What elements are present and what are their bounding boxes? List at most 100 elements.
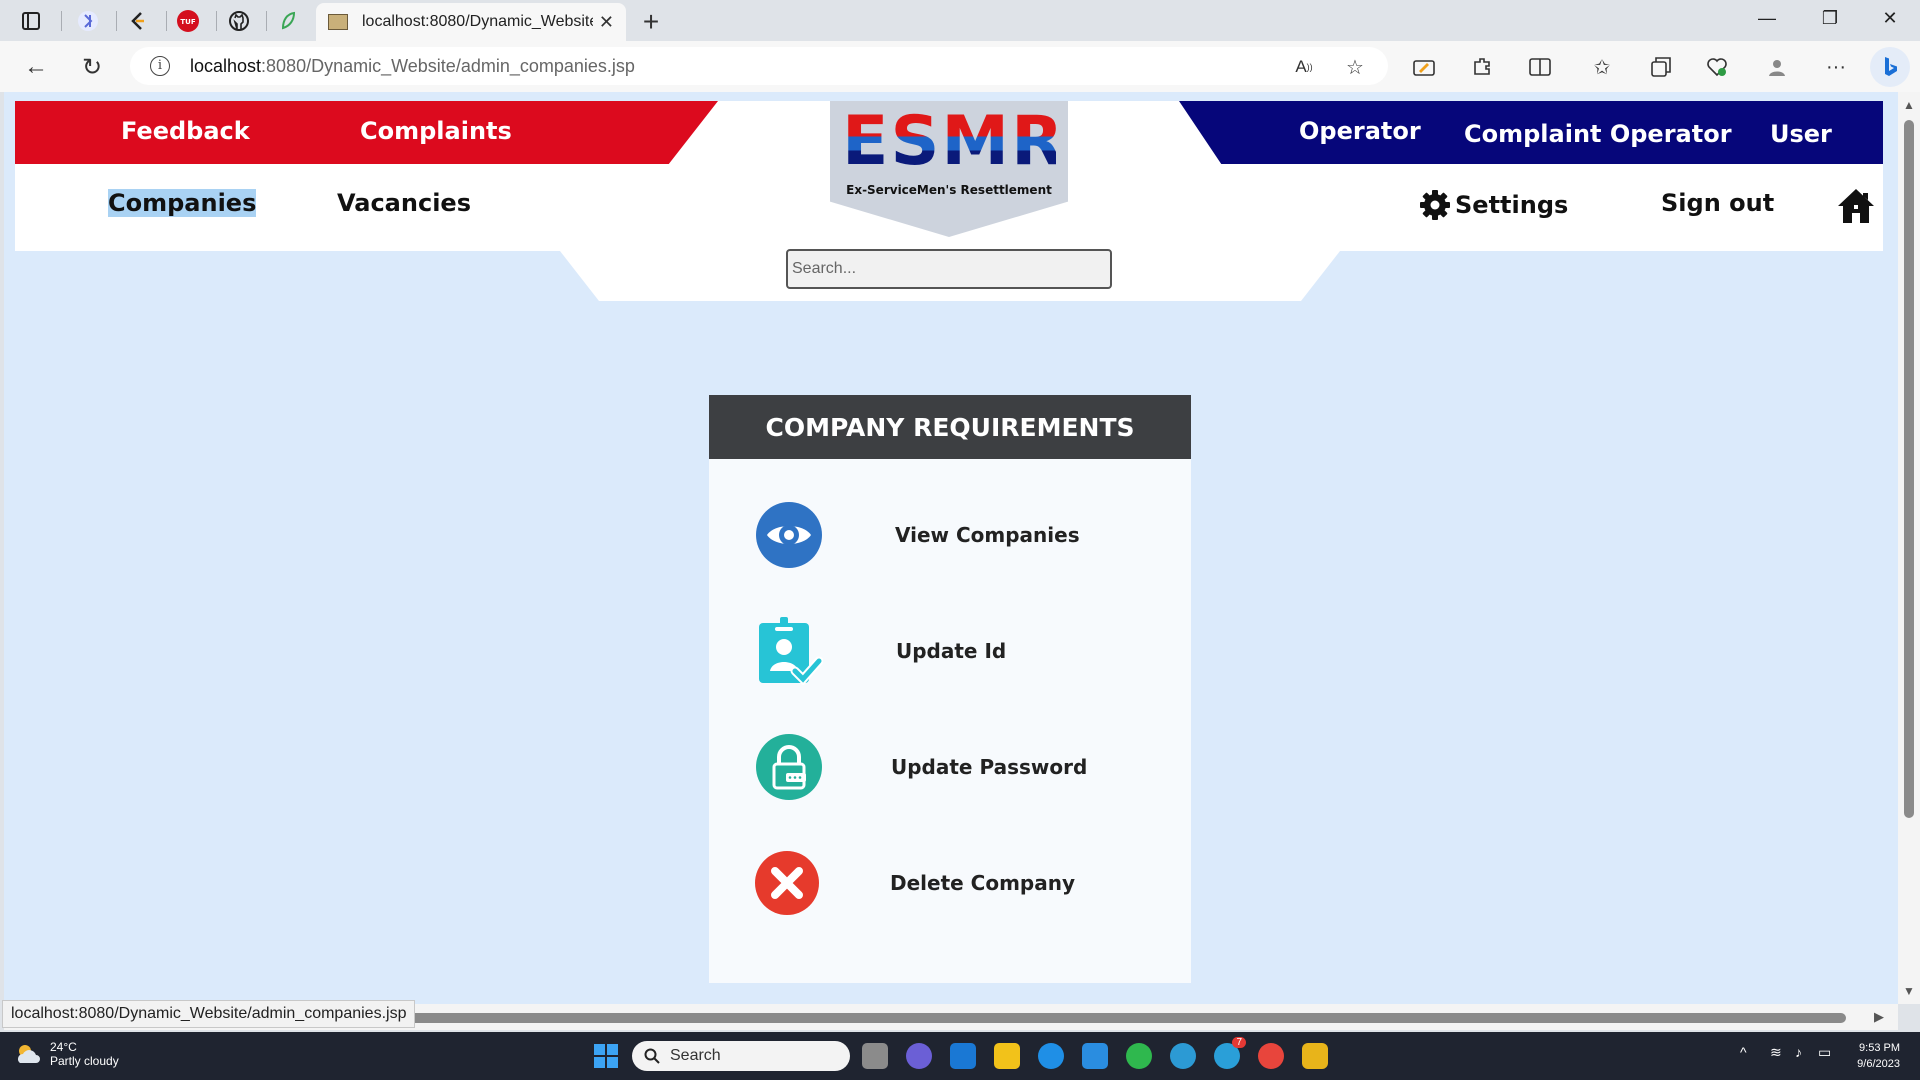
bing-copilot-icon[interactable]: [1870, 47, 1910, 87]
url-host: localhost: [190, 55, 262, 76]
sign-out-link[interactable]: Sign out: [1661, 189, 1774, 217]
search-input[interactable]: [786, 249, 1112, 289]
task-view-icon[interactable]: [862, 1043, 888, 1069]
delete-company-label: Delete Company: [890, 871, 1076, 895]
update-id-item[interactable]: Update Id: [709, 617, 1191, 707]
nav-operator-link[interactable]: Operator: [1299, 117, 1421, 145]
close-window-icon[interactable]: ✕: [1875, 8, 1905, 29]
nav-complaint-operator-link[interactable]: Complaint Operator: [1464, 120, 1732, 148]
close-circle-icon: [755, 851, 819, 915]
svg-text:TUF: TUF: [180, 18, 195, 26]
delete-company-item[interactable]: Delete Company: [709, 849, 1191, 939]
leetcode-icon[interactable]: [118, 7, 158, 35]
battery-icon[interactable]: ▭: [1818, 1044, 1831, 1061]
github-icon[interactable]: [219, 7, 259, 35]
logo-tagline: Ex-ServiceMen's Resettlement: [846, 183, 1052, 197]
scroll-up-icon[interactable]: ▲: [1903, 98, 1915, 112]
active-tab[interactable]: localhost:8080/Dynamic_Website ✕: [316, 3, 626, 41]
taskbar-search-label: Search: [670, 1047, 721, 1064]
browser-essentials-icon[interactable]: [1703, 53, 1731, 81]
split-screen-icon[interactable]: [1526, 53, 1554, 81]
profile-avatar-icon[interactable]: [1763, 53, 1791, 81]
logo-mark: ESMR: [842, 102, 1066, 181]
tab-separator: [216, 11, 217, 31]
vscode-icon[interactable]: [1082, 1043, 1108, 1069]
tab-separator: [116, 11, 117, 31]
url-path: :8080/Dynamic_Website/admin_companies.js…: [261, 55, 635, 76]
close-tab-icon[interactable]: ✕: [599, 12, 614, 33]
update-id-label: Update Id: [896, 639, 1007, 663]
tab-separator: [266, 11, 267, 31]
mail-icon[interactable]: [950, 1043, 976, 1069]
site-info-icon[interactable]: i: [150, 56, 170, 76]
clock-time: 9:53 PM: [1859, 1042, 1900, 1054]
clock-date: 9/6/2023: [1857, 1058, 1900, 1070]
nav-feedback-link[interactable]: Feedback: [121, 117, 250, 145]
favorites-icon[interactable]: ✩: [1588, 53, 1616, 81]
new-tab-button[interactable]: +: [636, 6, 666, 38]
app-cube-icon[interactable]: [1302, 1043, 1328, 1069]
eye-icon: [756, 502, 822, 568]
home-icon[interactable]: [1836, 186, 1876, 226]
tuf-icon[interactable]: TUF: [168, 7, 208, 35]
page-viewport: Feedback Complaints Operator Complaint O…: [4, 92, 1898, 1004]
tab-actions-icon[interactable]: [11, 7, 51, 35]
view-companies-label: View Companies: [895, 523, 1080, 547]
vertical-scrollbar[interactable]: ▲ ▼: [1898, 92, 1920, 1004]
scroll-down-icon[interactable]: ▼: [1903, 984, 1915, 998]
status-url-tooltip: localhost:8080/Dynamic_Website/admin_com…: [2, 1000, 416, 1028]
nav-vacancies-link[interactable]: Vacancies: [337, 189, 471, 217]
telegram-icon[interactable]: 7: [1214, 1037, 1246, 1069]
partly-cloudy-icon: [17, 1045, 40, 1063]
windows-taskbar: 24°C Partly cloudy Search 7 ^ ≋ ♪ ▭ 9:53…: [0, 1032, 1920, 1080]
update-password-item[interactable]: Update Password: [709, 733, 1191, 823]
id-badge-icon: [759, 617, 823, 685]
telegram-badge: 7: [1232, 1037, 1246, 1048]
tab-separator: [61, 11, 62, 31]
card-header: COMPANY REQUIREMENTS: [709, 395, 1191, 459]
restore-icon[interactable]: ❐: [1815, 8, 1845, 29]
weather-condition: Partly cloudy: [50, 1054, 119, 1068]
gear-icon: [1420, 190, 1450, 220]
minimize-icon[interactable]: —: [1752, 8, 1782, 29]
vertical-scroll-thumb[interactable]: [1904, 120, 1914, 818]
search-icon: [644, 1048, 660, 1064]
wifi-icon[interactable]: ≋: [1770, 1044, 1782, 1061]
tab-separator: [166, 11, 167, 31]
extensions-icon[interactable]: [1468, 53, 1496, 81]
volume-icon[interactable]: ♪: [1795, 1044, 1802, 1060]
address-bar[interactable]: i localhost:8080/Dynamic_Website/admin_c…: [130, 47, 1388, 85]
file-explorer-icon[interactable]: [994, 1043, 1020, 1069]
settings-link[interactable]: Settings: [1419, 189, 1568, 221]
nav-complaints-link[interactable]: Complaints: [360, 117, 512, 145]
windows-start-icon[interactable]: [594, 1044, 618, 1068]
nav-companies-link[interactable]: Companies: [108, 189, 257, 217]
system-clock[interactable]: 9:53 PM 9/6/2023: [1840, 1040, 1900, 1072]
show-hidden-icons-icon[interactable]: ^: [1740, 1044, 1747, 1060]
weather-temperature: 24°C: [50, 1040, 77, 1054]
chrome-icon[interactable]: [1258, 1043, 1284, 1069]
leaf-icon[interactable]: [268, 7, 308, 35]
address-bar-row: ← ↻ i localhost:8080/Dynamic_Website/adm…: [0, 41, 1920, 92]
perplexity-icon[interactable]: [68, 7, 108, 35]
whatsapp-icon[interactable]: [1126, 1043, 1152, 1069]
lock-icon: [756, 734, 822, 800]
read-aloud-icon[interactable]: A)): [1290, 53, 1318, 81]
nav-user-link[interactable]: User: [1770, 120, 1832, 148]
more-options-icon[interactable]: ···: [1822, 53, 1850, 81]
favorite-star-icon[interactable]: ☆: [1341, 53, 1369, 81]
weather-widget[interactable]: 24°C Partly cloudy: [14, 1040, 119, 1068]
card-title: COMPANY REQUIREMENTS: [765, 412, 1135, 442]
site-favicon-icon: [328, 14, 348, 30]
edge-browser-icon[interactable]: [1038, 1043, 1064, 1069]
back-icon[interactable]: ←: [20, 53, 52, 81]
view-companies-item[interactable]: View Companies: [709, 501, 1191, 591]
collections-icon[interactable]: [1647, 53, 1675, 81]
browser-tab-strip: TUF localhost:8080/Dynamic_Website ✕ + —…: [0, 0, 1920, 41]
refresh-icon[interactable]: ↻: [76, 53, 108, 82]
taskbar-search[interactable]: Search: [632, 1041, 850, 1071]
extension-pen-icon[interactable]: [1410, 53, 1438, 81]
scroll-right-icon[interactable]: ▶: [1874, 1009, 1884, 1025]
edge-active-icon[interactable]: [1170, 1043, 1196, 1069]
teams-chat-icon[interactable]: [906, 1043, 932, 1069]
